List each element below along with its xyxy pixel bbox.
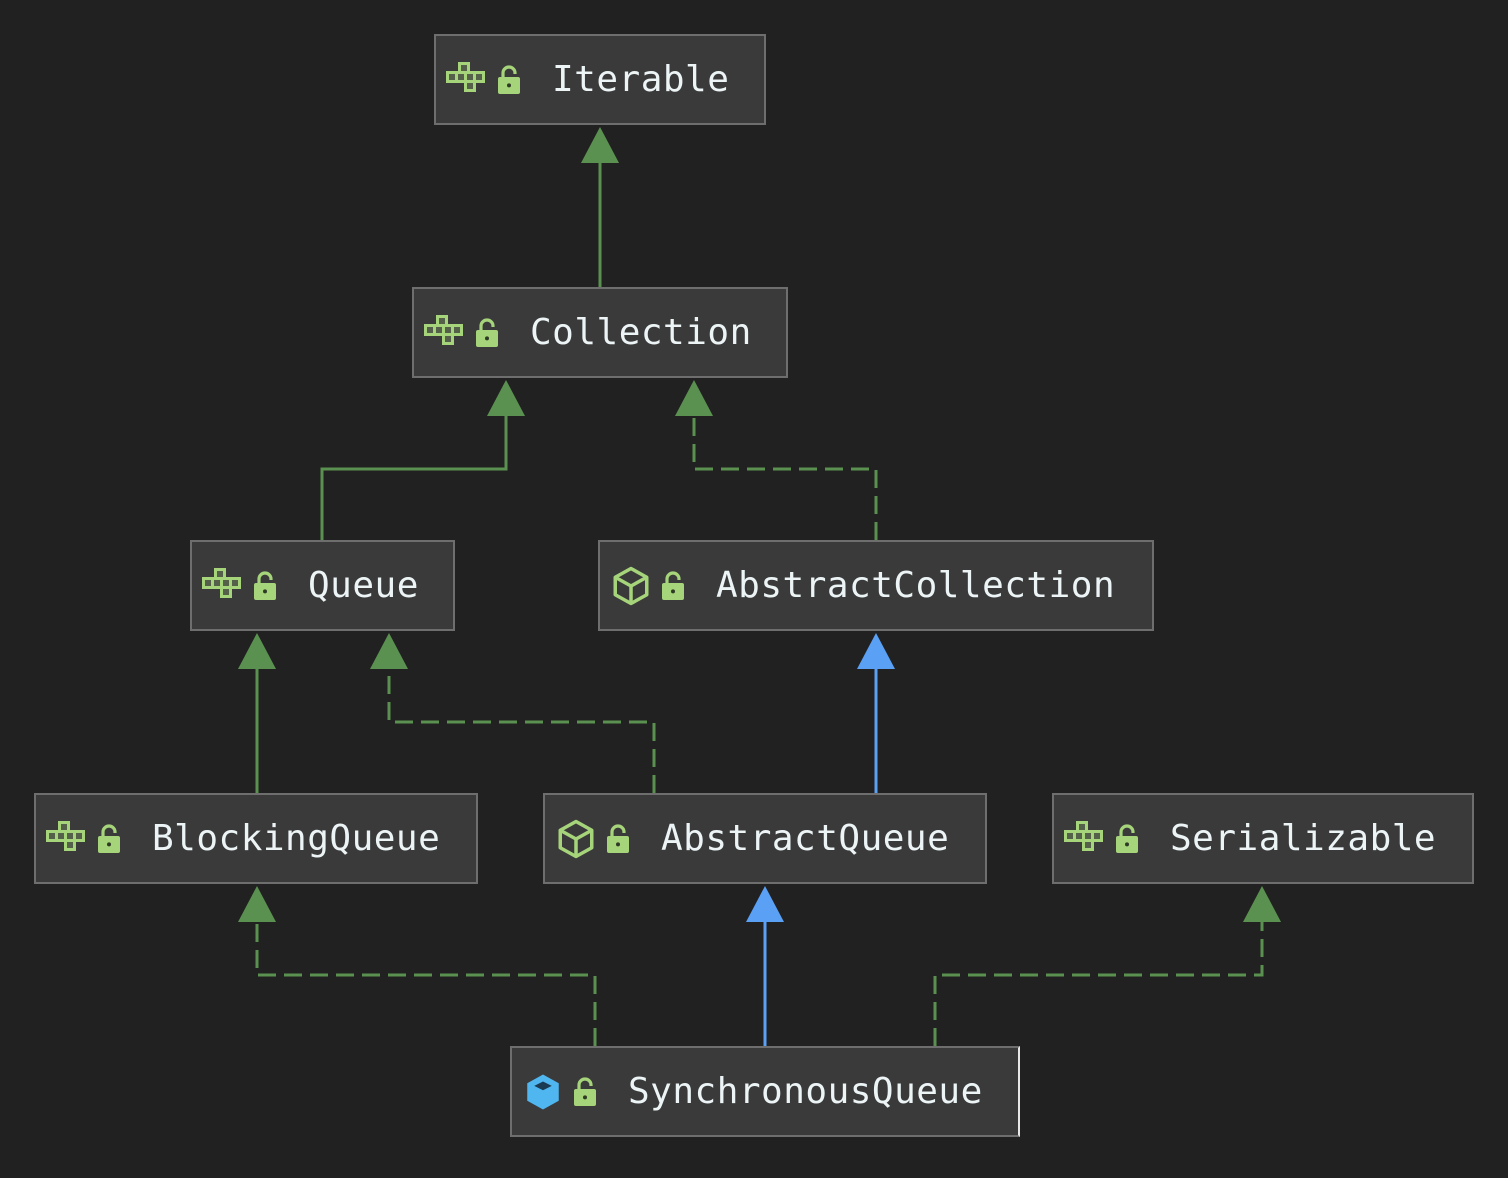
edge-abstractqueue-to-queue [370, 633, 656, 793]
node-queue[interactable]: Queue [190, 540, 455, 631]
lock-icon [252, 570, 278, 601]
lock-icon [96, 823, 122, 854]
node-serializable[interactable]: Serializable [1052, 793, 1474, 884]
arrowhead-icon [857, 633, 895, 669]
abstract-class-icon [610, 565, 652, 607]
edge-synchronousqueue-to-serializable [933, 886, 1281, 1046]
lock-icon [660, 570, 686, 601]
edge-abstractqueue-to-abstractcollection [857, 633, 895, 793]
edge-blockingqueue-to-queue [238, 633, 276, 793]
interface-icon [424, 312, 466, 354]
lock-icon [572, 1076, 598, 1107]
node-label: Collection [530, 312, 752, 353]
arrowhead-icon [370, 633, 408, 669]
node-label: SynchronousQueue [628, 1071, 983, 1112]
node-abstractqueue[interactable]: AbstractQueue [543, 793, 987, 884]
edge-synchronousqueue-to-blockingqueue [238, 886, 597, 1046]
node-iterable[interactable]: Iterable [434, 34, 766, 125]
arrowhead-icon [675, 380, 713, 416]
edge-collection-to-iterable [581, 127, 619, 287]
arrowhead-icon [1243, 886, 1281, 922]
node-label: Iterable [552, 59, 730, 100]
edge-line [320, 414, 508, 540]
interface-icon [1064, 818, 1106, 860]
lock-icon [1114, 823, 1140, 854]
lock-icon [605, 823, 631, 854]
edge-line [387, 667, 656, 793]
arrowhead-icon [238, 633, 276, 669]
node-blockingqueue[interactable]: BlockingQueue [34, 793, 478, 884]
node-label: AbstractQueue [661, 818, 950, 859]
interface-icon [46, 818, 88, 860]
node-label: Serializable [1170, 818, 1437, 859]
arrowhead-icon [487, 380, 525, 416]
edge-abstractcollection-to-collection [675, 380, 878, 540]
edge-line [255, 920, 597, 1046]
class-hierarchy-diagram: Iterable Collection Queue AbstractCollec… [0, 0, 1508, 1178]
interface-icon [446, 59, 488, 101]
arrowhead-icon [581, 127, 619, 163]
edge-line [692, 414, 878, 540]
node-abstractcollection[interactable]: AbstractCollection [598, 540, 1154, 631]
arrowhead-icon [238, 886, 276, 922]
node-label: BlockingQueue [152, 818, 441, 859]
node-synchronousqueue[interactable]: SynchronousQueue [510, 1046, 1020, 1137]
lock-icon [496, 64, 522, 95]
edge-queue-to-collection [320, 380, 525, 540]
class-icon [522, 1071, 564, 1113]
node-label: AbstractCollection [716, 565, 1116, 606]
edge-synchronousqueue-to-abstractqueue [746, 886, 784, 1046]
edge-line [933, 920, 1264, 1046]
arrowhead-icon [746, 886, 784, 922]
lock-icon [474, 317, 500, 348]
interface-icon [202, 565, 244, 607]
abstract-class-icon [555, 818, 597, 860]
node-collection[interactable]: Collection [412, 287, 788, 378]
node-label: Queue [308, 565, 419, 606]
